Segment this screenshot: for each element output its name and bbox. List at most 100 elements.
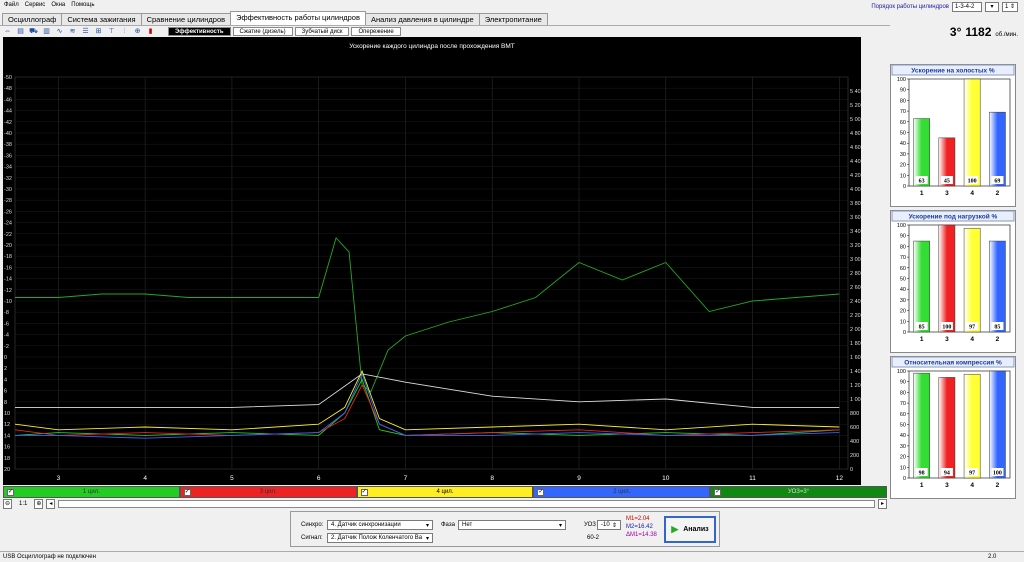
cylinder-toggle-3[interactable]: ✓ 3 цил. xyxy=(179,486,357,498)
signal-icon[interactable]: ⫶ xyxy=(119,27,130,36)
tab-oscilloscope[interactable]: Осциллограф xyxy=(2,13,63,25)
chart-area[interactable]: Ускорение каждого цилиндра после прохожд… xyxy=(3,37,864,485)
bar-2 xyxy=(989,111,1006,187)
bar-y-tick-label: 30 xyxy=(900,298,906,304)
bar-value-label: 69 xyxy=(994,179,1000,185)
bar-category-label: 2 xyxy=(996,482,1000,489)
bar-y-tick-label: 70 xyxy=(900,255,906,261)
grid-icon[interactable]: ⊞ xyxy=(93,27,104,36)
bar-y-tick-label: 20 xyxy=(900,309,906,315)
signal-select[interactable]: 2. Датчик Полож Коленчатого Ва ▾ xyxy=(327,533,433,543)
menu-file[interactable]: Файл xyxy=(0,0,21,8)
tab-pressure-analysis[interactable]: Анализ давления в цилиндре xyxy=(364,13,480,25)
uoz-label: УОЗ xyxy=(584,522,596,528)
left-tick-label: -8 xyxy=(4,310,9,316)
bar-chart-title: Ускорение на холостых % xyxy=(911,68,995,75)
bar-category-label: 3 xyxy=(945,336,949,343)
mode-advance[interactable]: Опережение xyxy=(351,26,401,36)
menu-help[interactable]: Помощь xyxy=(67,0,96,8)
bar-y-tick-label: 80 xyxy=(900,390,906,396)
zoom-out-icon[interactable]: ⊖ xyxy=(3,498,12,509)
firing-order-stepper[interactable]: 1 ⇕ xyxy=(1002,1,1018,12)
tab-cylinder-efficiency[interactable]: Эффективность работы цилиндров xyxy=(230,11,366,25)
firing-order-dropdown[interactable]: ▾ xyxy=(985,1,999,12)
bar-2 xyxy=(989,370,1006,479)
left-tick-label: -18 xyxy=(4,254,12,260)
bar-y-tick-label: 60 xyxy=(900,120,906,126)
bar-chart-1: Ускорение под нагрузкой % 0 10 20 30 40 50 60 70… xyxy=(890,210,1016,353)
sinhro-select[interactable]: 4. Датчик синхронизации ▾ xyxy=(327,520,433,530)
tab-cylinder-compare[interactable]: Сравнение цилиндров xyxy=(140,13,232,25)
mode-efficiency[interactable]: Эффективность xyxy=(168,26,231,36)
report-icon[interactable]: ▤ xyxy=(15,27,26,36)
bar-y-tick-label: 100 xyxy=(897,223,906,229)
cylinder-toggle-4[interactable]: ✓ 4 цил. xyxy=(356,486,534,498)
mode-compression-diesel[interactable]: Сжатие (дизель) xyxy=(232,26,293,36)
left-tick-label: -44 xyxy=(4,109,12,115)
horizontal-scrollbar[interactable] xyxy=(58,499,875,508)
right-tick-label: 3 800 xyxy=(850,201,861,207)
tab-power-supply[interactable]: Электропитание xyxy=(478,13,548,25)
bar-category-label: 2 xyxy=(996,190,1000,197)
right-tick-label: 5 400 xyxy=(850,89,861,95)
mode-tooth-disc[interactable]: Зубчатый диск xyxy=(294,26,350,36)
series-line-4 xyxy=(14,369,840,431)
left-tick-label: 18 xyxy=(4,456,10,462)
bar-category-label: 4 xyxy=(970,190,974,197)
uoz-toggle[interactable]: ✓ УОЗ=3° xyxy=(710,486,887,498)
bar-value-label: 98 xyxy=(919,471,925,477)
bars-icon[interactable]: ▮ xyxy=(145,27,156,36)
scale-icon[interactable]: ≋ xyxy=(67,27,78,36)
right-tick-label: 4 800 xyxy=(850,131,861,137)
bar-y-tick-label: 30 xyxy=(900,152,906,158)
bar-y-tick-label: 40 xyxy=(900,287,906,293)
right-tick-label: 3 000 xyxy=(850,257,861,263)
sync-icon[interactable]: ⊕ xyxy=(132,27,143,36)
scroll-left-icon[interactable]: ◂ xyxy=(46,498,56,509)
chart-icon[interactable]: ▥ xyxy=(41,27,52,36)
bar-category-label: 1 xyxy=(920,190,924,197)
bar-y-tick-label: 60 xyxy=(900,266,906,272)
left-tick-label: -48 xyxy=(4,86,12,92)
right-tick-label: 0 xyxy=(850,467,853,473)
chevron-down-icon: ▾ xyxy=(558,522,562,529)
layers-icon[interactable]: ☰ xyxy=(80,27,91,36)
bar-value-label: 63 xyxy=(919,179,925,185)
uoz-stepper[interactable]: -10 ⇕ xyxy=(597,520,621,530)
bar-y-tick-label: 60 xyxy=(900,412,906,418)
bar-category-label: 3 xyxy=(945,190,949,197)
wave-icon[interactable]: ∿ xyxy=(54,27,65,36)
marker-icon[interactable]: ⊤ xyxy=(106,27,117,36)
right-tick-label: 1 800 xyxy=(850,341,861,347)
bar-4 xyxy=(963,227,981,333)
bar-value-label: 97 xyxy=(969,471,975,477)
chart-title: Ускорение каждого цилиндра после прохожд… xyxy=(349,43,515,50)
scroll-right-icon[interactable]: ▸ xyxy=(878,498,887,509)
x-tick-label: 11 xyxy=(749,475,756,482)
cylinder-toggle-1[interactable]: ✓ 1 цил. xyxy=(3,486,180,498)
bar-charts: Ускорение на холостых %01020304050607080… xyxy=(890,64,1016,499)
zoom-in-icon[interactable]: ⊕ xyxy=(34,498,44,509)
firing-order-label: Порядок работы цилиндров xyxy=(871,3,949,10)
firing-order-field[interactable]: 1-3-4-2 xyxy=(952,1,982,12)
analyze-button[interactable]: ▶ Анализ xyxy=(664,516,716,543)
status-bar: USB Осциллограф не подключен 2.0 xyxy=(0,551,1024,562)
bar-y-tick-label: 10 xyxy=(900,465,906,471)
bar-3 xyxy=(938,224,956,333)
right-tick-label: 4 400 xyxy=(850,159,861,165)
menu-service[interactable]: Сервис xyxy=(21,0,48,8)
series-line-0 xyxy=(15,237,840,393)
acceleration-chart: Ускорение каждого цилиндра после прохожд… xyxy=(4,43,864,482)
bar-y-tick-label: 70 xyxy=(900,109,906,115)
bar-y-tick-label: 100 xyxy=(897,369,906,375)
faza-select[interactable]: Нет ▾ xyxy=(458,520,566,530)
tab-ignition[interactable]: Система зажигания xyxy=(61,13,142,25)
spin-icon: ⇕ xyxy=(1009,4,1015,10)
menu-windows[interactable]: Окна xyxy=(47,0,67,8)
cylinder-toggle-2[interactable]: ✓ 2 цил. xyxy=(533,486,711,498)
rpm-indicator: 3° 1182 об./мин. xyxy=(950,25,1018,39)
left-tick-label: 2 xyxy=(4,366,7,372)
right-tick-label: 2 800 xyxy=(850,271,861,277)
car-icon[interactable]: ⛟ xyxy=(28,27,39,36)
cursor-icon[interactable]: ⇔ xyxy=(2,27,13,36)
